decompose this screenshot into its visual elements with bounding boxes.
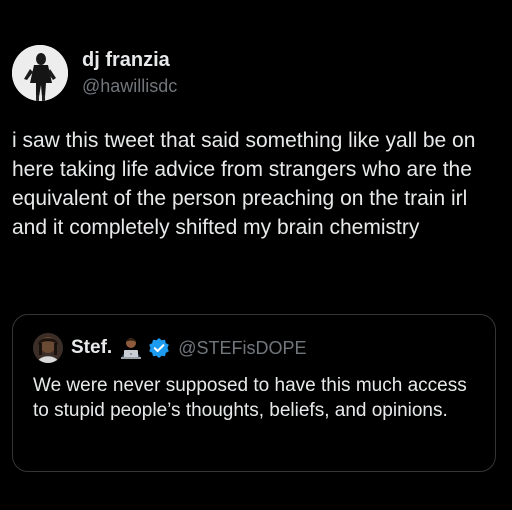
tweet-card: dj franzia @hawillisdc i saw this tweet … xyxy=(0,0,512,510)
author-handle[interactable]: @hawillisdc xyxy=(82,74,177,98)
quoted-author-handle[interactable]: @STEFisDOPE xyxy=(178,338,306,359)
quoted-tweet-body: We were never supposed to have this much… xyxy=(33,375,467,421)
quoted-author-avatar[interactable] xyxy=(33,333,63,363)
author-avatar[interactable] xyxy=(12,45,68,101)
quoted-tweet-header: Stef. @STEFisDOPE xyxy=(33,333,306,363)
quoted-author-display-name[interactable]: Stef. xyxy=(71,337,112,359)
technologist-emoji-icon xyxy=(118,335,144,361)
tweet-body: i saw this tweet that said something lik… xyxy=(12,129,476,239)
person-avatar-icon xyxy=(12,45,68,101)
author-display-name[interactable]: dj franzia xyxy=(82,48,177,72)
verified-badge-icon xyxy=(148,337,170,359)
author-names: dj franzia @hawillisdc xyxy=(82,48,177,98)
person-avatar-icon xyxy=(33,333,63,363)
tweet-header: dj franzia @hawillisdc xyxy=(12,45,177,101)
quoted-tweet-card[interactable]: Stef. @STEFisDOPE We were never supposed… xyxy=(12,314,496,472)
